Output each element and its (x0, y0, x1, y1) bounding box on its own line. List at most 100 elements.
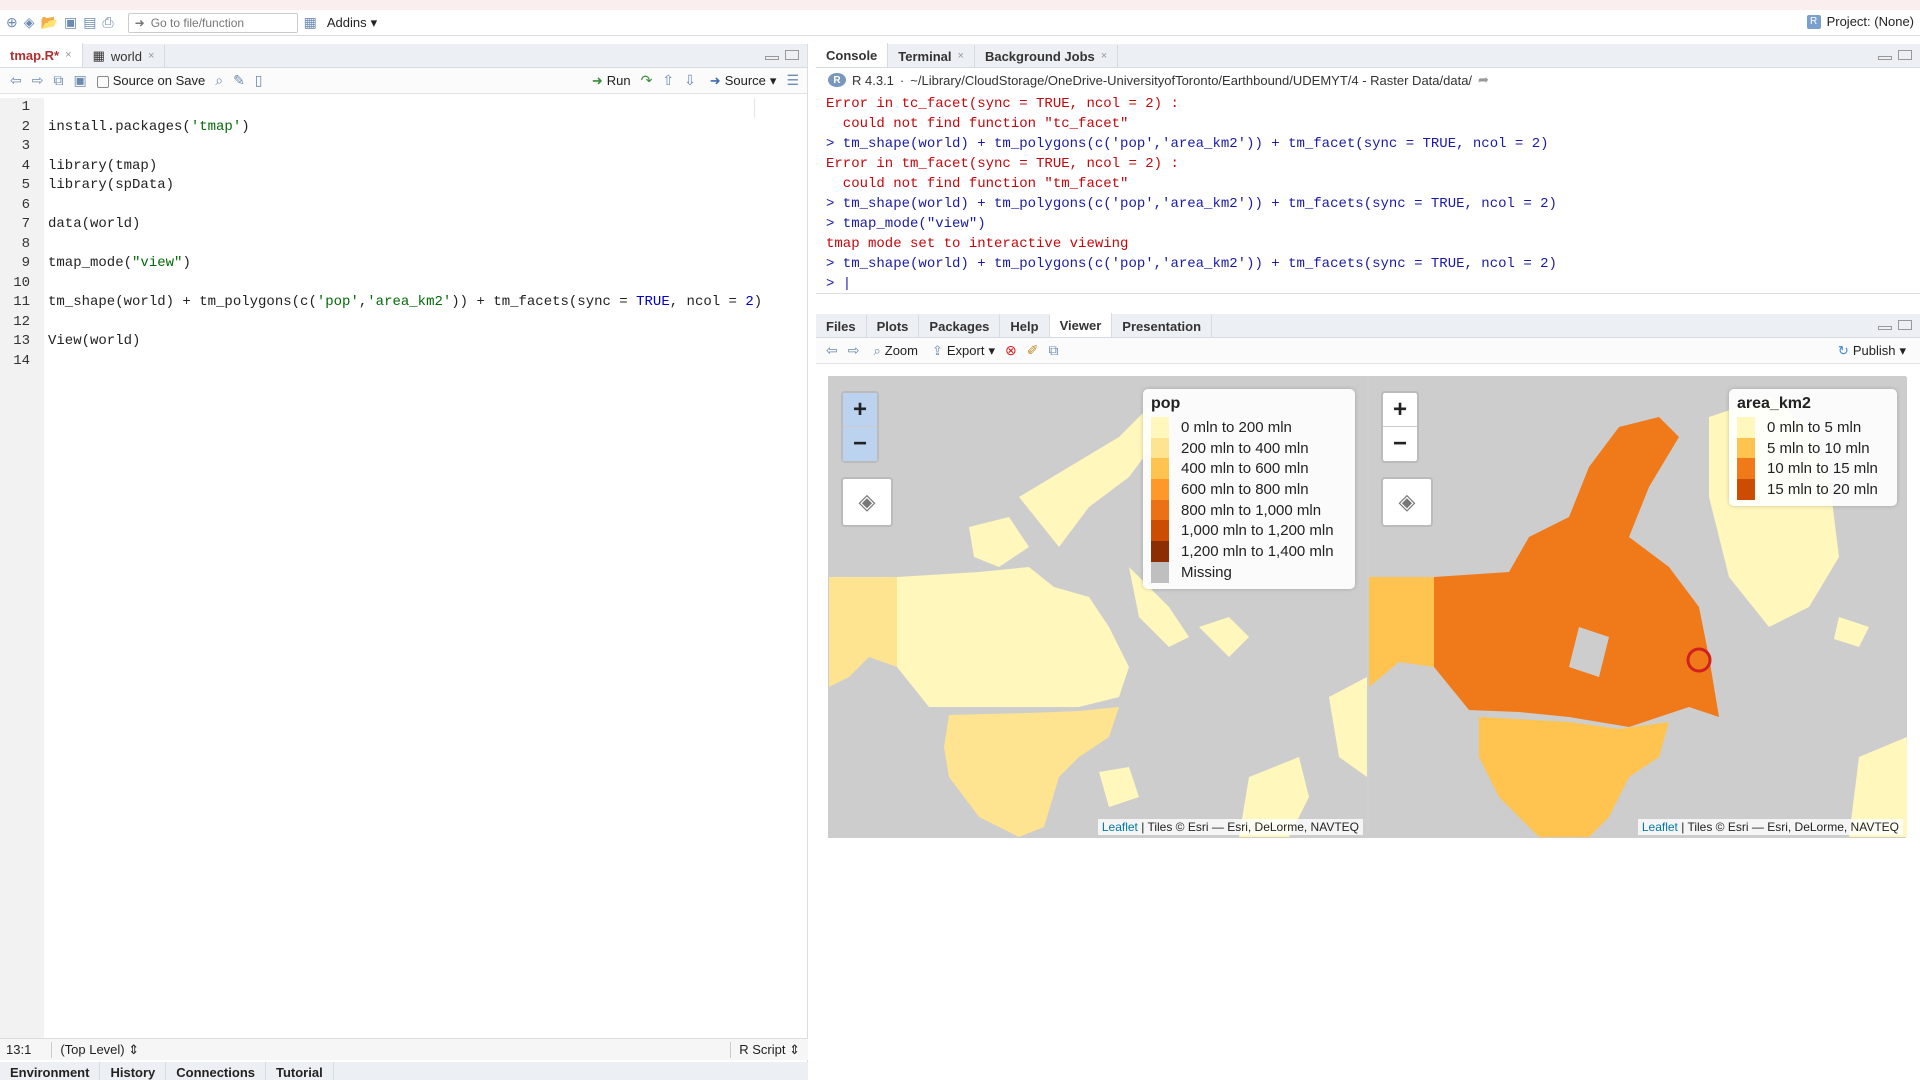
goto-dir-icon[interactable]: ➦ (1478, 72, 1489, 88)
filetype-selector[interactable]: R Script ⇕ (730, 1041, 800, 1058)
tab-background-jobs[interactable]: Background Jobs × (975, 45, 1119, 67)
close-icon[interactable]: × (65, 49, 71, 61)
run-arrow-icon: ➜ (591, 72, 603, 88)
code-line[interactable] (48, 274, 808, 294)
save-icon[interactable]: ▣ (64, 13, 77, 33)
tab-plots[interactable]: Plots (867, 315, 920, 337)
code-line[interactable] (48, 137, 808, 157)
tab-viewer[interactable]: Viewer (1049, 313, 1113, 337)
map-pop[interactable]: + − ◈ pop 0 mln to 200 mln 200 mln to 400… (829, 377, 1367, 837)
code-line[interactable] (48, 313, 808, 333)
zoom-out-button[interactable]: − (843, 427, 877, 461)
tab-history[interactable]: History (100, 1062, 167, 1080)
code-line[interactable]: tm_shape(world) + tm_polygons(c('pop','a… (48, 293, 808, 313)
project-menu[interactable]: R Project: (None) (1806, 14, 1914, 29)
code-line[interactable]: View(world) (48, 332, 808, 352)
tab-terminal[interactable]: Terminal × (888, 45, 975, 67)
zoom-in-button[interactable]: + (843, 393, 877, 427)
code-line[interactable] (48, 352, 808, 372)
code-line[interactable]: library(tmap) (48, 157, 808, 177)
source-on-save-checkbox[interactable]: Source on Save (96, 73, 205, 88)
legend-item: 1,000 mln to 1,200 mln (1151, 520, 1347, 542)
close-icon[interactable]: × (148, 50, 154, 62)
print-icon[interactable]: ⎙ (102, 13, 113, 33)
tab-environment[interactable]: Environment (0, 1062, 101, 1080)
export-button[interactable]: ⇪ Export ▾ (932, 343, 995, 359)
legend-label: 400 mln to 600 mln (1181, 460, 1309, 478)
legend-label: 1,200 mln to 1,400 mln (1181, 542, 1334, 560)
code-line[interactable] (48, 98, 808, 118)
console-line: tmap mode set to interactive viewing (826, 236, 1129, 252)
tab-connections[interactable]: Connections (166, 1062, 266, 1080)
show-in-window-icon[interactable]: ⧉ (1048, 342, 1058, 359)
scope-selector[interactable]: (Top Level) ⇕ (51, 1041, 139, 1058)
tab-presentation[interactable]: Presentation (1112, 315, 1213, 337)
outline-icon[interactable]: ☰ (786, 72, 799, 89)
layers-button[interactable]: ◈ (1381, 477, 1433, 527)
new-file-icon[interactable]: ⊕ (6, 13, 18, 33)
console-output[interactable]: Error in tc_facet(sync = TRUE, ncol = 2)… (816, 94, 1920, 294)
layers-button[interactable]: ◈ (841, 477, 893, 527)
magic-wand-icon[interactable]: ✎ (233, 72, 245, 89)
pane-window-buttons[interactable] (765, 50, 799, 60)
code-line[interactable]: tmap_mode("view") (48, 254, 808, 274)
back-icon[interactable]: ⇦ (826, 342, 838, 359)
rerun-icon[interactable]: ↷ (641, 72, 653, 89)
tab-tmap-r[interactable]: tmap.R* × (0, 43, 83, 67)
zoom-out-button[interactable]: − (1383, 427, 1417, 461)
save-icon[interactable]: ▣ (73, 72, 86, 89)
compile-report-icon[interactable]: ▯ (255, 72, 263, 89)
leaflet-link[interactable]: Leaflet (1642, 820, 1678, 834)
leaflet-link[interactable]: Leaflet (1102, 820, 1138, 834)
legend-swatch (1151, 520, 1169, 542)
close-icon[interactable]: × (958, 50, 964, 62)
code-area[interactable]: install.packages('tmap') library(tmap) li… (44, 98, 808, 1038)
tab-world[interactable]: ▦ world × (83, 45, 166, 67)
map-area[interactable]: + − ◈ area_km2 0 mln to 5 mln 5 mln to 10… (1369, 377, 1907, 837)
code-line[interactable] (48, 235, 808, 255)
back-icon[interactable]: ⇦ (10, 72, 22, 89)
goto-arrow-icon: ➜ (134, 15, 145, 30)
legend-item: 5 mln to 10 mln (1737, 437, 1889, 459)
zoom-in-button[interactable]: + (1383, 393, 1417, 427)
layers-icon: ◈ (1398, 489, 1416, 514)
tab-console[interactable]: Console (816, 43, 889, 67)
tab-help[interactable]: Help (1000, 315, 1050, 337)
legend-item: 10 mln to 15 mln (1737, 458, 1889, 480)
new-project-icon[interactable]: ◈ (24, 13, 35, 33)
open-file-icon[interactable]: 📂 (41, 13, 58, 33)
clear-icon[interactable]: ⊗ (1005, 342, 1017, 359)
working-directory[interactable]: ~/Library/CloudStorage/OneDrive-Universi… (910, 73, 1472, 88)
grid-layout-icon[interactable]: ▦ (304, 13, 317, 33)
tab-tutorial[interactable]: Tutorial (266, 1062, 334, 1080)
run-button[interactable]: ➜ Run (592, 73, 631, 89)
code-line[interactable]: library(spData) (48, 176, 808, 196)
tab-packages[interactable]: Packages (919, 315, 1001, 337)
code-line[interactable] (48, 196, 808, 216)
map-viewer[interactable]: + − ◈ pop 0 mln to 200 mln 200 mln to 400… (828, 376, 1907, 838)
publish-button[interactable]: ↻ Publish ▾ (1838, 343, 1906, 359)
export-icon: ⇪ (931, 342, 943, 358)
goto-file-input[interactable]: ➜ Go to file/function (127, 12, 298, 33)
up-arrow-icon[interactable]: ⇧ (662, 72, 674, 89)
zoom-button[interactable]: ⌕ Zoom (873, 343, 918, 359)
forward-icon[interactable]: ⇨ (848, 342, 860, 359)
down-arrow-icon[interactable]: ⇩ (684, 72, 696, 89)
close-icon[interactable]: × (1101, 50, 1107, 62)
pane-window-buttons[interactable] (1878, 320, 1912, 330)
console-line: > tm_shape(world) + tm_polygons(c('pop',… (826, 136, 1549, 152)
chevron-down-icon: ▾ (769, 72, 777, 88)
broom-icon[interactable]: ✐ (1027, 342, 1039, 359)
search-icon[interactable]: ⌕ (215, 72, 223, 89)
tab-files[interactable]: Files (816, 315, 867, 337)
line-number: 7 (21, 216, 30, 232)
show-in-window-icon[interactable]: ⧉ (53, 72, 63, 89)
forward-icon[interactable]: ⇨ (32, 72, 44, 89)
pane-window-buttons[interactable] (1878, 50, 1912, 60)
save-all-icon[interactable]: ▤ (83, 13, 96, 33)
code-line[interactable]: install.packages('tmap') (48, 118, 808, 138)
source-button[interactable]: ➜ Source ▾ (710, 73, 777, 89)
code-line[interactable]: data(world) (48, 215, 808, 235)
code-editor[interactable]: 1 2 3 4 5 6 7 8 9 10 11 12 13 14 install.packages('tm… (0, 98, 808, 1038)
addins-menu[interactable]: Addins ▾ (327, 15, 377, 31)
